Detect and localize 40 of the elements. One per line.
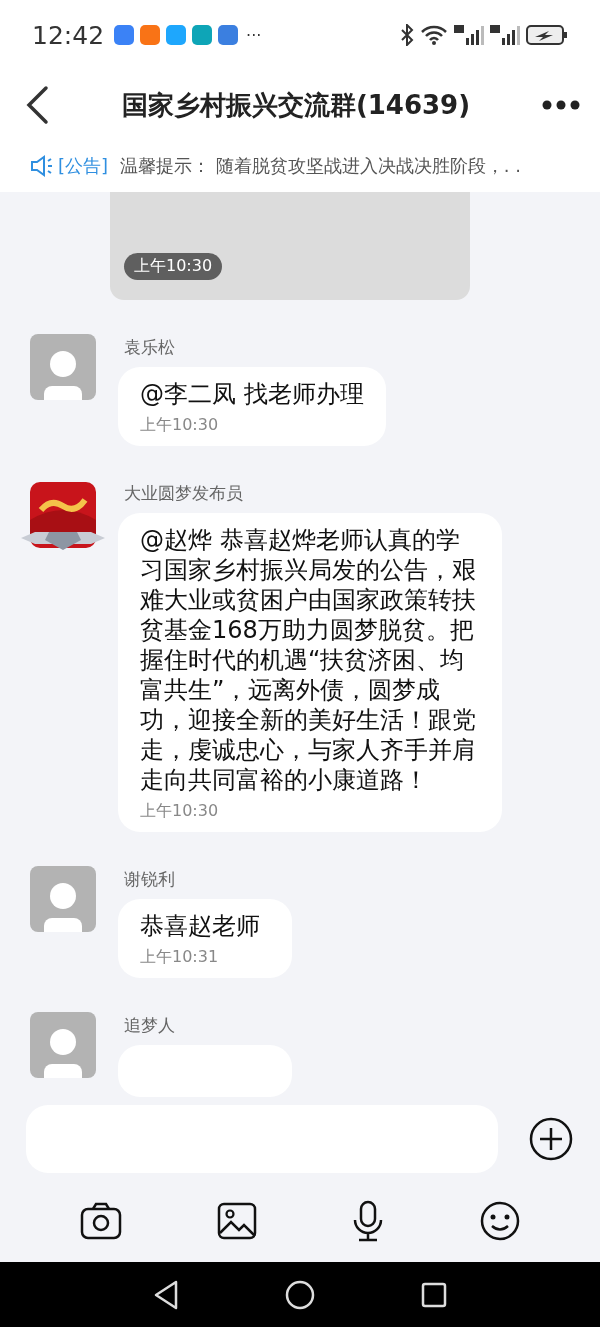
chat-title: 国家乡村振兴交流群(14639) <box>120 88 472 122</box>
add-icon[interactable] <box>528 1115 574 1162</box>
wifi-icon <box>420 24 448 46</box>
message-text: 恭喜赵老师 <box>140 911 261 941</box>
message-time: 上午10:31 <box>140 947 220 968</box>
battery-icon <box>526 24 568 46</box>
chat-bubble[interactable]: @李二凤 找老师办理 上午10:30 <box>118 367 386 446</box>
app-notification-icon <box>218 25 239 45</box>
camera-icon[interactable] <box>79 1201 122 1241</box>
chat-bubble[interactable]: @赵烨 恭喜赵烨老师认真的学习国家乡村振兴局发的公告，艰难大业或贫困户由国家政策转扶贫基金168万助力圆梦脱贫。把握住时代的机遇“扶贫济困、均富共生”，远离外债，圆梦成功，迎接全新的美好生活！跟党走，虔诚忠心，与家人齐手并肩走向共同富裕的小康道路！ 上午10:30 <box>118 513 502 832</box>
sender-name: 袁乐松 <box>124 336 176 359</box>
app-notification-icon <box>166 25 187 45</box>
sender-name: 大业圆梦发布员 <box>124 482 244 505</box>
image-icon[interactable] <box>216 1202 257 1240</box>
nav-home-icon[interactable] <box>285 1279 315 1310</box>
image-message[interactable]: 上午10:30 <box>110 192 470 300</box>
microphone-icon[interactable] <box>351 1200 384 1242</box>
more-notifications: ··· <box>246 25 262 45</box>
sender-name: 追梦人 <box>124 1014 176 1037</box>
sender-name: 谢锐利 <box>124 868 176 891</box>
app-notification-icon <box>192 25 213 45</box>
message-time: 上午10:30 <box>140 801 220 822</box>
signal-icon <box>490 24 520 46</box>
back-icon[interactable] <box>24 85 50 125</box>
app-notification-icon <box>140 25 161 45</box>
nav-back-icon[interactable] <box>153 1279 179 1310</box>
notice-text[interactable]: 温馨提示： 随着脱贫攻坚战进入决战决胜阶段，. . <box>120 154 521 178</box>
nav-recents-icon[interactable] <box>421 1281 447 1308</box>
message-time: 上午10:30 <box>140 415 220 436</box>
bluetooth-icon <box>400 24 414 46</box>
message-text: @赵烨 恭喜赵烨老师认真的学习国家乡村振兴局发的公告，艰难大业或贫困户由国家政策转扶贫基金168万助力圆梦脱贫。把握住时代的机遇“扶贫济困、均富共生”，远离外债，圆梦成功，迎接全新的美好生活！跟党走，虔诚忠心，与家人齐手并肩走向共同富裕的小康道路！ <box>140 525 477 795</box>
message-text: @李二凤 找老师办理 <box>140 379 364 409</box>
message-time: 上午10:30 <box>124 253 223 280</box>
speaker-icon <box>30 155 54 177</box>
more-icon[interactable] <box>542 100 580 110</box>
signal-icon <box>454 24 484 46</box>
app-notification-icon <box>114 25 135 45</box>
emoji-icon[interactable] <box>478 1200 521 1242</box>
chat-bubble[interactable]: 恭喜赵老师 上午10:31 <box>118 899 292 978</box>
status-time: 12:42 <box>32 20 105 50</box>
